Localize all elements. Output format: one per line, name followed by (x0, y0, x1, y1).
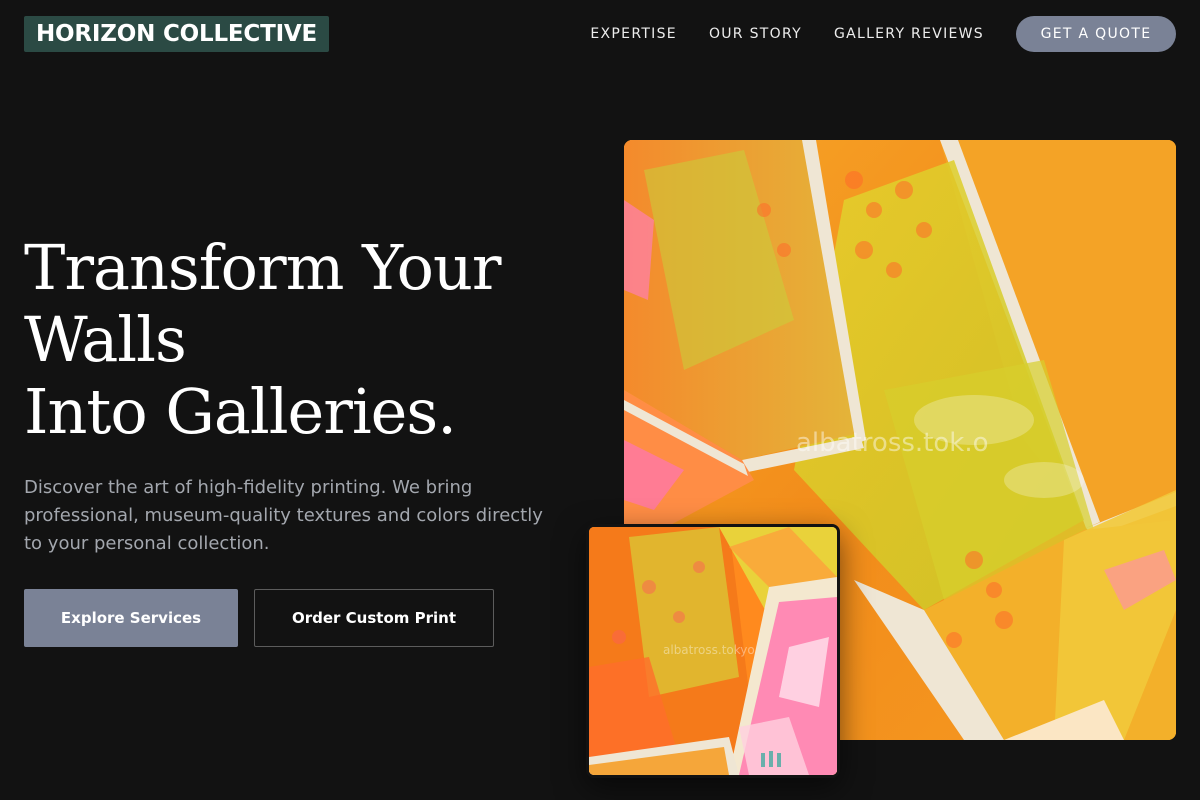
hero-title: Transform Your Walls Into Galleries. (24, 232, 584, 448)
site-logo[interactable]: HORIZON COLLECTIVE (24, 16, 330, 52)
site-header: HORIZON COLLECTIVE EXPERTISE OUR STORY G… (0, 0, 1200, 68)
explore-services-button[interactable]: Explore Services (24, 589, 238, 647)
order-custom-print-button[interactable]: Order Custom Print (254, 589, 494, 647)
nav-link-expertise[interactable]: EXPERTISE (590, 26, 677, 42)
abstract-print-detail (589, 527, 837, 775)
hero-description: Discover the art of high-fidelity printi… (24, 477, 543, 554)
hero-title-line-1: Transform Your (24, 231, 502, 304)
get-a-quote-button[interactable]: GET A QUOTE (1016, 16, 1176, 52)
hero-title-line-2: Walls (24, 303, 187, 376)
nav-link-gallery-reviews[interactable]: GALLERY REVIEWS (834, 26, 984, 42)
nav-link-our-story[interactable]: OUR STORY (709, 26, 802, 42)
main-nav: EXPERTISE OUR STORY GALLERY REVIEWS GET … (590, 16, 1176, 52)
gallery-inset-artwork-image: albatross.tokyo (586, 524, 840, 778)
hero-title-line-3: Into Galleries. (24, 375, 457, 448)
